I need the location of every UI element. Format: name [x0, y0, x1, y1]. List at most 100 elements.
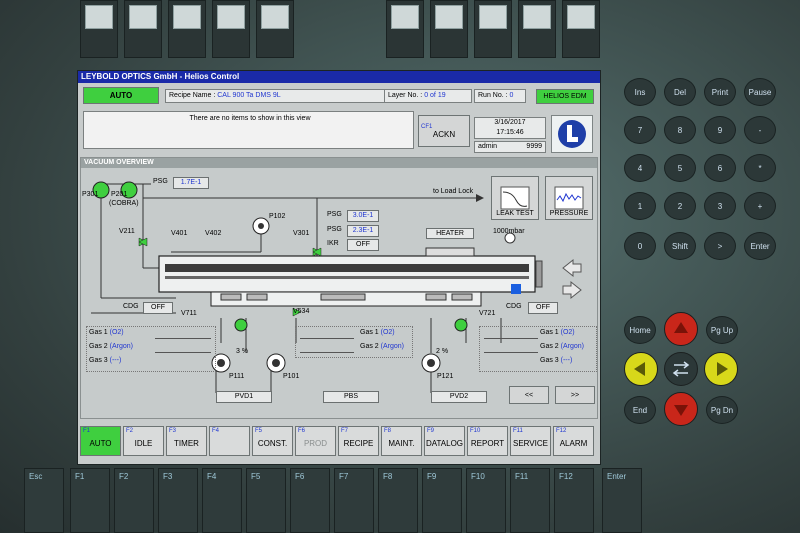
top-softkey[interactable] — [124, 0, 162, 58]
key-end[interactable]: End — [624, 396, 656, 424]
top-softkey[interactable] — [212, 0, 250, 58]
pump-p101-label: P101 — [283, 373, 300, 380]
center-enter-key[interactable] — [664, 352, 698, 386]
key-4[interactable]: 4 — [624, 154, 656, 182]
top-softkey[interactable] — [562, 0, 600, 58]
prev-page-button[interactable]: << — [509, 386, 549, 404]
key-pause[interactable]: Pause — [744, 78, 776, 106]
top-softkey[interactable] — [518, 0, 556, 58]
gas-panel-mid: Gas 1 (O2) Gas 2 (Argon) — [295, 326, 413, 358]
arrow-right-key[interactable] — [704, 352, 738, 386]
fkey-f4[interactable]: F4 — [209, 426, 250, 456]
key-0[interactable]: 0 — [624, 232, 656, 260]
vacuum-overview-panel: VACUUM OVERVIEW P301 P201 (COBRA) PSG 1.… — [80, 157, 598, 419]
psg1-label: PSG — [327, 211, 342, 218]
valve-v534-label: V534 — [293, 308, 310, 315]
key-del[interactable]: Del — [664, 78, 696, 106]
key-pgup[interactable]: Pg Up — [706, 316, 738, 344]
fkey-const[interactable]: F5 CONST. — [252, 426, 293, 456]
pump-p301-label: P301 — [82, 191, 99, 198]
fkey-service[interactable]: F11 SERVICE — [510, 426, 551, 456]
enter-arrows-icon — [672, 361, 690, 377]
key-5[interactable]: 5 — [664, 154, 696, 182]
bottom-key-f3[interactable]: F3 — [158, 468, 198, 533]
bottom-key-f6[interactable]: F6 — [290, 468, 330, 533]
leybold-logo — [551, 115, 593, 153]
arrow-up-key[interactable] — [664, 312, 698, 346]
key-2[interactable]: 2 — [664, 192, 696, 220]
fkey-timer[interactable]: F3 TIMER — [166, 426, 207, 456]
fkey-recipe[interactable]: F7 RECIPE — [338, 426, 379, 456]
key-6[interactable]: 6 — [704, 154, 736, 182]
top-softkey[interactable] — [168, 0, 206, 58]
user-name: admin — [478, 143, 498, 150]
key-1[interactable]: 1 — [624, 192, 656, 220]
mode-indicator[interactable]: AUTO — [83, 87, 159, 104]
bottom-key-f2[interactable]: F2 — [114, 468, 154, 533]
ack-key: CF1 — [421, 123, 433, 130]
source-pbs: PBS — [323, 391, 379, 403]
top-softkey[interactable] — [386, 0, 424, 58]
fkey-report[interactable]: F10 REPORT — [467, 426, 508, 456]
top-softkey[interactable] — [256, 0, 294, 58]
arrow-right-icon — [717, 362, 728, 376]
key-minus[interactable]: - — [744, 116, 776, 144]
bottom-key-f9[interactable]: F9 — [422, 468, 462, 533]
key-9[interactable]: 9 — [704, 116, 736, 144]
fkey-maint[interactable]: F8 MAINT. — [381, 426, 422, 456]
key-print[interactable]: Print — [704, 78, 736, 106]
leak-test-button[interactable]: LEAK TEST — [491, 176, 539, 220]
key-multiply[interactable]: * — [744, 154, 776, 182]
fkey-auto[interactable]: F1 AUTO — [80, 426, 121, 456]
bottom-key-f11[interactable]: F11 — [510, 468, 550, 533]
bottom-key-f1[interactable]: F1 — [70, 468, 110, 533]
key-home[interactable]: Home — [624, 316, 656, 344]
valve-v301-label: V301 — [293, 230, 310, 237]
key-plus[interactable]: + — [744, 192, 776, 220]
gas-left-1: Gas 1 (O2) — [89, 329, 124, 336]
bottom-key-f12[interactable]: F12 — [554, 468, 594, 533]
fkey-idle[interactable]: F2 IDLE — [123, 426, 164, 456]
fkey-datalog[interactable]: F9 DATALOG — [424, 426, 465, 456]
gas-mid-2: Gas 2 (Argon) — [360, 343, 404, 350]
top-softkey[interactable] — [474, 0, 512, 58]
ikr-value: OFF — [347, 239, 379, 251]
key-pgdn[interactable]: Pg Dn — [706, 396, 738, 424]
arrow-left-key[interactable] — [624, 352, 658, 386]
next-page-button[interactable]: >> — [555, 386, 595, 404]
top-softkey[interactable] — [80, 0, 118, 58]
key-greater[interactable]: > — [704, 232, 736, 260]
gas-valve-row-icon — [300, 333, 354, 353]
pressure-graph-icon — [554, 186, 584, 210]
pump-p111-label: P111 — [229, 373, 245, 380]
recipe-value: CAL 900 Ta DMS 9L — [217, 92, 281, 99]
pump-p201-label: P201 — [111, 191, 128, 198]
cdg-right-label: CDG — [506, 303, 522, 310]
fkey-alarm[interactable]: F12 ALARM — [553, 426, 594, 456]
layer-value: 0 of 19 — [424, 92, 446, 99]
message-text: There are no items to show in this view — [189, 115, 311, 122]
bottom-key-f7[interactable]: F7 — [334, 468, 374, 533]
fkey-prod[interactable]: F6 PROD — [295, 426, 336, 456]
key-7[interactable]: 7 — [624, 116, 656, 144]
date-text: 3/16/2017 — [494, 119, 526, 126]
key-shift[interactable]: Shift — [664, 232, 696, 260]
bottom-key-f4[interactable]: F4 — [202, 468, 242, 533]
arrow-down-key[interactable] — [664, 392, 698, 426]
key-3[interactable]: 3 — [704, 192, 736, 220]
ack-button[interactable]: CF1 ACKN — [418, 115, 470, 147]
bottom-key-enter[interactable]: Enter — [602, 468, 642, 533]
key-8[interactable]: 8 — [664, 116, 696, 144]
bottom-key-f10[interactable]: F10 — [466, 468, 506, 533]
bottom-key-esc[interactable]: Esc — [24, 468, 64, 533]
pressure-button[interactable]: PRESSURE — [545, 176, 593, 220]
top-softkey[interactable] — [430, 0, 468, 58]
bottom-key-f5[interactable]: F5 — [246, 468, 286, 533]
bottom-key-f8[interactable]: F8 — [378, 468, 418, 533]
gas-panel-right: Gas 1 (O2) Gas 2 (Argon) Gas 3 (---) — [479, 326, 597, 372]
valve-v401-label: V401 — [171, 230, 188, 237]
key-ins[interactable]: Ins — [624, 78, 656, 106]
gas-mid-1: Gas 1 (O2) — [360, 329, 395, 336]
key-enter[interactable]: Enter — [744, 232, 776, 260]
pump-percent-right: 2 % — [436, 348, 449, 355]
